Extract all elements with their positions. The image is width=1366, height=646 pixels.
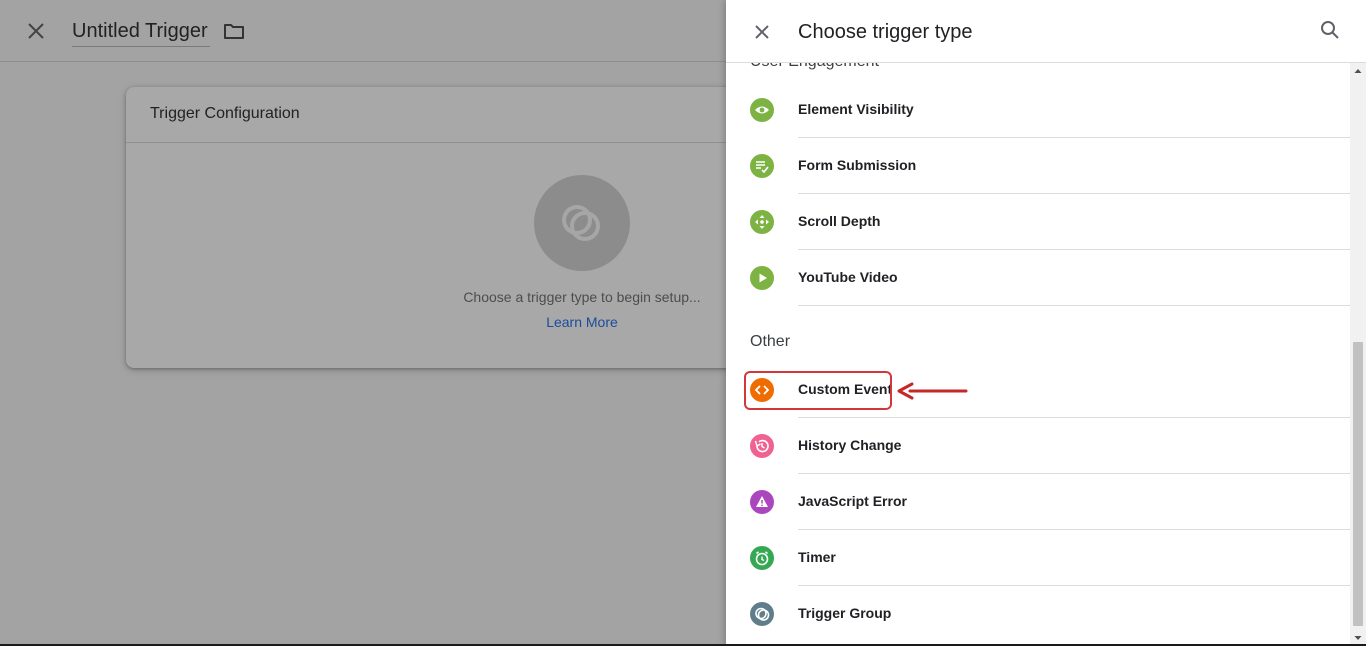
learn-more-link[interactable]: Learn More [480,314,684,330]
trigger-type-scroll-depth[interactable]: Scroll Depth [726,194,1350,250]
trigger-type-youtube-video[interactable]: YouTube Video [726,250,1350,306]
section-other: Other [750,333,791,350]
trigger-type-element-visibility[interactable]: Element Visibility [726,82,1350,138]
trigger-type-trigger-group[interactable]: Trigger Group [726,586,1350,642]
eye-icon [750,98,774,122]
folder-icon[interactable] [222,19,246,43]
trigger-type-label: Scroll Depth [798,213,881,229]
close-panel-icon[interactable] [750,20,774,44]
custom-event-highlight [744,371,892,410]
stage: Untitled Trigger Trigger Configuration C… [0,0,1366,646]
trigger-type-label: Form Submission [798,157,917,173]
panel-header: Choose trigger type [726,0,1366,63]
setup-hint: Choose a trigger type to begin setup... [463,289,701,305]
trigger-type-label: Element Visibility [798,101,914,117]
choose-trigger-type-panel: Choose trigger type User Engagement Elem… [726,0,1366,646]
play-icon [750,266,774,290]
trigger-type-label: YouTube Video [798,269,898,285]
trigger-editor: Untitled Trigger Trigger Configuration C… [0,0,746,646]
alarm-icon [750,546,774,570]
trigger-type-form-submission[interactable]: Form Submission [726,138,1350,194]
trigger-type-label: Timer [798,549,836,565]
form-submit-icon [750,154,774,178]
trigger-group-icon [750,602,774,626]
trigger-placeholder-icon [562,205,600,241]
trigger-type-timer[interactable]: Timer [726,530,1350,586]
scrollbar[interactable] [1350,63,1366,646]
scroll-depth-icon [750,210,774,234]
close-editor-icon[interactable] [24,19,48,43]
divider [798,305,1350,306]
choose-trigger-button[interactable] [534,175,630,271]
scroll-up-icon[interactable] [1350,63,1366,79]
card-title: Trigger Configuration [126,87,746,143]
search-icon[interactable] [1318,18,1342,42]
trigger-type-javascript-error[interactable]: JavaScript Error [726,474,1350,530]
arrow-annotation-icon [897,382,968,400]
section-user-engagement: User Engagement [750,63,879,71]
editor-topbar: Untitled Trigger [0,0,726,62]
trigger-type-history-change[interactable]: History Change [726,418,1350,474]
panel-title: Choose trigger type [798,21,973,43]
scrollbar-thumb[interactable] [1353,342,1363,626]
trigger-name[interactable]: Untitled Trigger [72,19,210,47]
trigger-configuration-card: Trigger Configuration Choose a trigger t… [126,87,746,368]
warning-icon [750,490,774,514]
trigger-type-label: Trigger Group [798,605,892,621]
trigger-type-label: JavaScript Error [798,493,907,509]
history-icon [750,434,774,458]
trigger-type-list: User Engagement Element Visibility Form … [726,63,1350,646]
trigger-type-label: History Change [798,437,902,453]
card-body: Choose a trigger type to begin setup... … [126,144,726,368]
